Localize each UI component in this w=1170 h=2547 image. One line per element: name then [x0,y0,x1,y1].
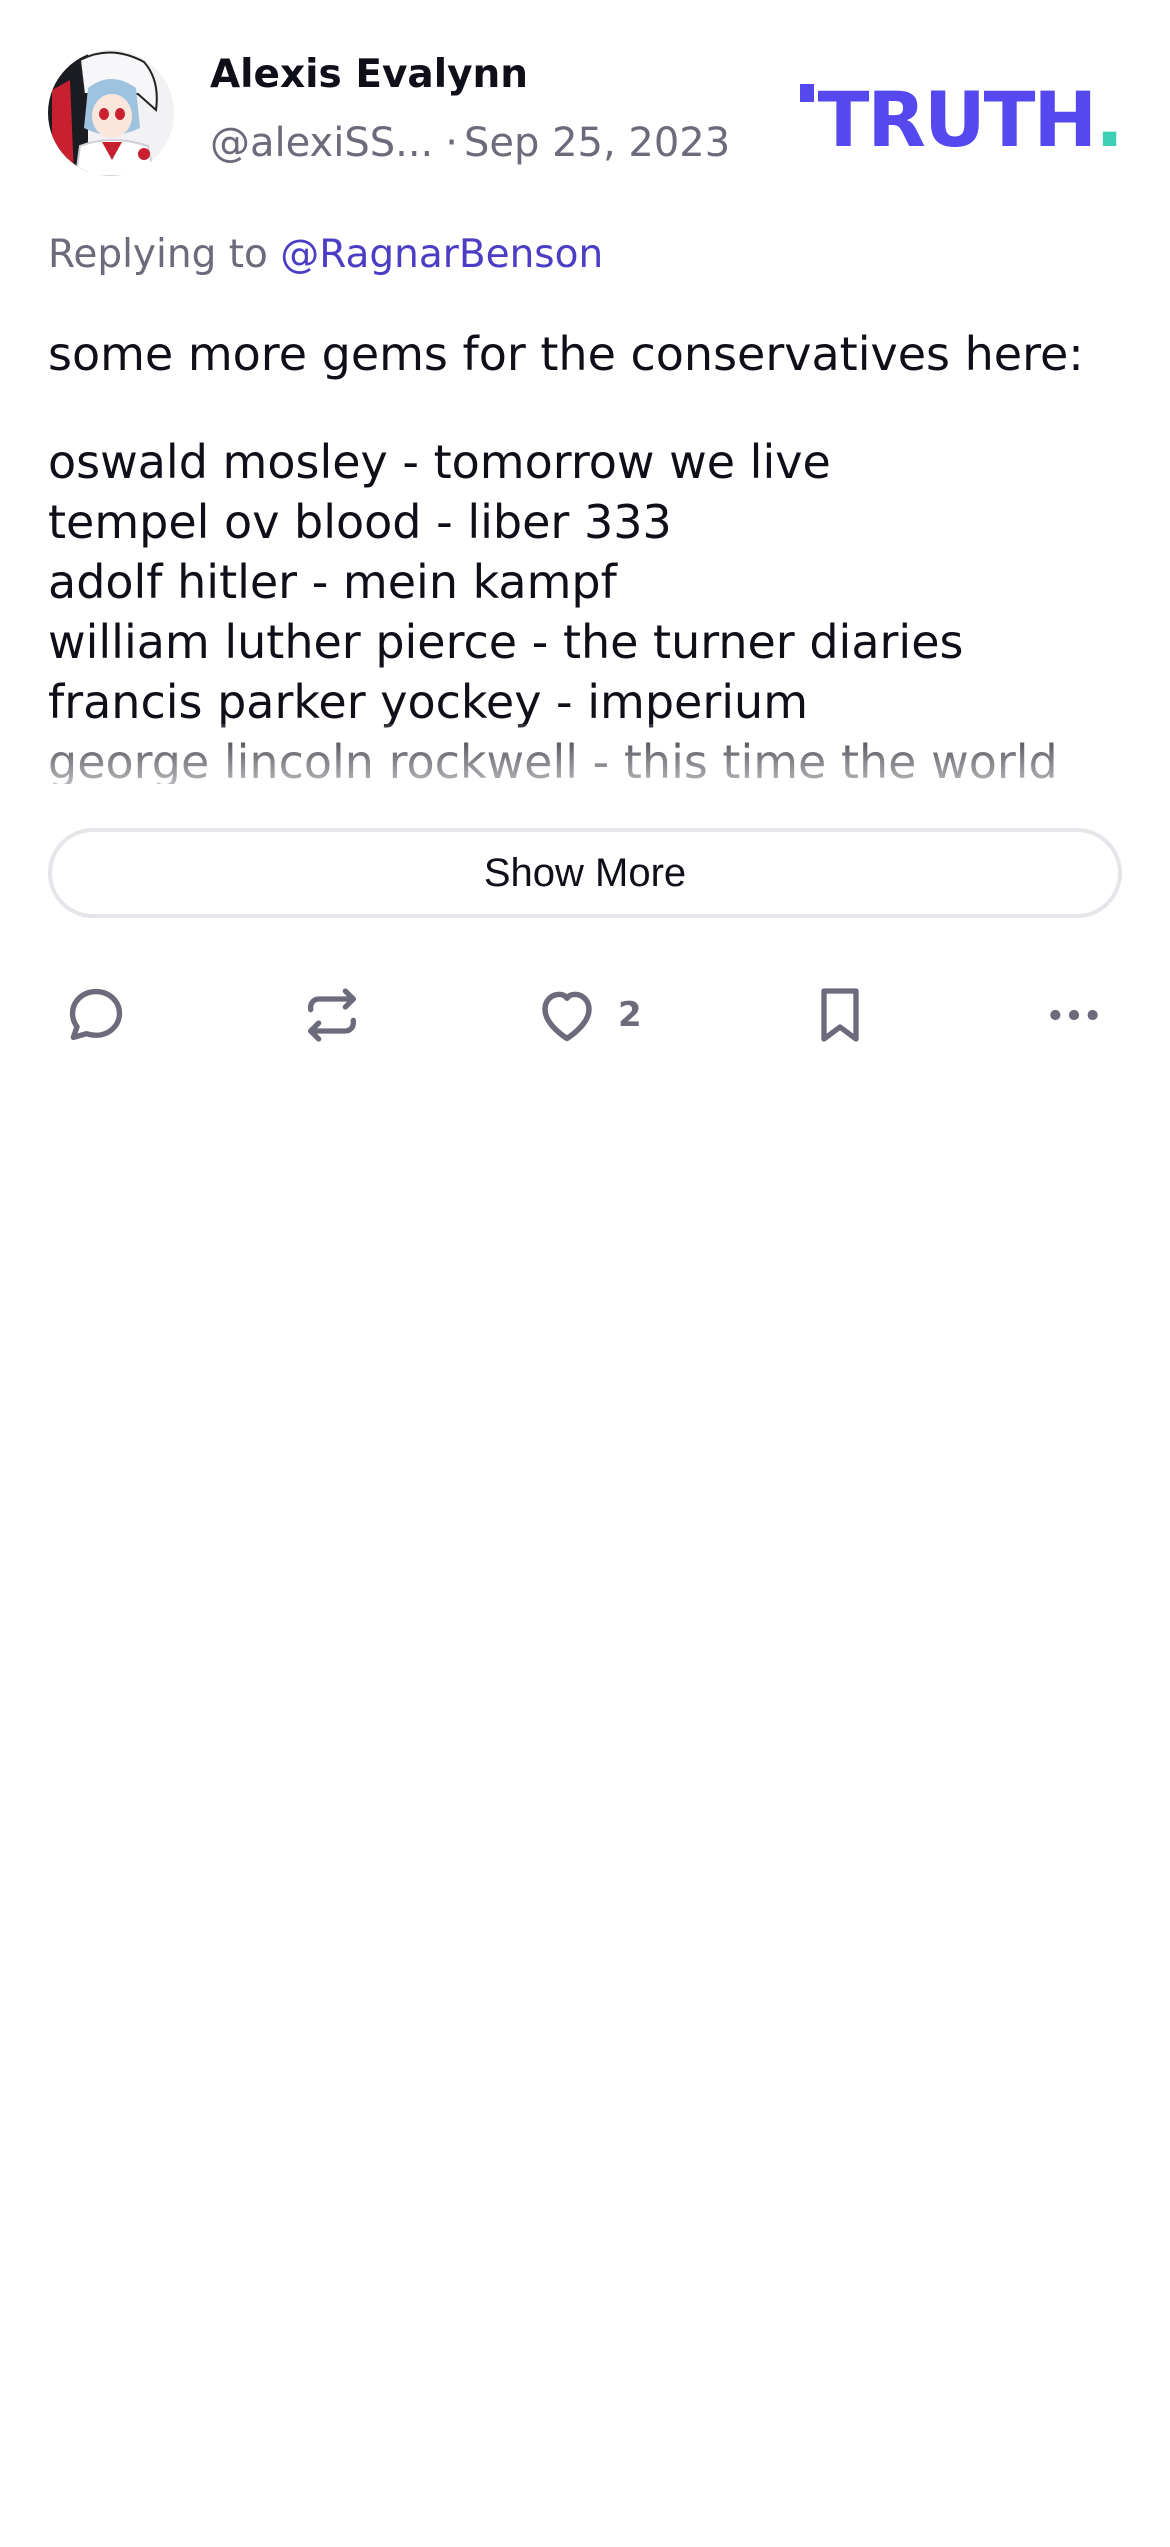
post-line: francis parker yockey - imperium [48,675,809,729]
like-count: 2 [618,995,642,1035]
post-line: oswald mosley - tomorrow we live [48,435,831,489]
post-line: george lincoln rockwell - this time the … [48,735,1058,784]
repost-icon [308,988,356,1042]
post-actions: 2 [48,980,1122,1050]
heart-icon [542,991,592,1042]
bookmark-icon [821,988,859,1042]
logo-text: TRUTH [817,75,1098,164]
bookmark-button[interactable] [808,980,872,1050]
replying-to-handle[interactable]: @RagnarBenson [280,232,603,277]
replying-to-label: Replying to [48,232,268,277]
reply-button[interactable] [64,980,128,1050]
post-date[interactable]: Sep 25, 2023 [464,120,730,166]
logo-tick-mark [799,84,814,102]
avatar[interactable] [48,50,174,176]
meta-separator: · [445,120,458,166]
more-icon [1050,1009,1098,1021]
comment-icon [69,988,123,1041]
post-header: Alexis Evalynn @alexiSS... · Sep 25, 2023 … [48,48,1124,178]
logo-dot: . [1095,75,1124,164]
show-more-button[interactable]: Show More [48,828,1122,918]
truth-logo: TRUTH. [799,82,1124,158]
replying-to: Replying to @RagnarBenson [48,232,603,277]
post-line: tempel ov blood - liber 333 [48,495,672,549]
author-display-name[interactable]: Alexis Evalynn [210,52,528,97]
post-line: adolf hitler - mein kampf [48,555,617,609]
repost-button[interactable] [300,980,364,1050]
post-content: some more gems for the conservatives her… [48,324,1122,784]
author-handle[interactable]: @alexiSS... [210,120,433,166]
like-button[interactable]: 2 [534,980,642,1050]
anime-avatar-icon [48,50,174,176]
post-meta: @alexiSS... · Sep 25, 2023 [210,120,730,166]
post-line: william luther pierce - the turner diari… [48,615,964,669]
more-button[interactable] [1042,980,1106,1050]
post-intro: some more gems for the conservatives her… [48,327,1084,381]
